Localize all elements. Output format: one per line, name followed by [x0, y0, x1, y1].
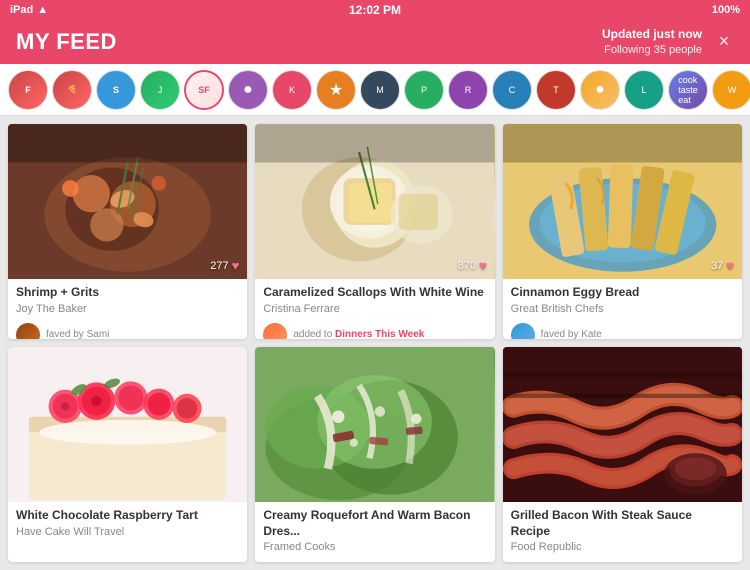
avatar-item[interactable]: K	[272, 70, 312, 110]
food-footer-3: faved by Kate	[503, 319, 742, 339]
heart-icon-3: ♥	[726, 258, 734, 273]
food-author-1: Joy The Baker	[16, 303, 239, 315]
food-author-4: Have Cake Will Travel	[16, 526, 239, 538]
update-subtitle: Following 35 people	[602, 43, 702, 57]
food-card-3[interactable]: 37 ♥ Cinnamon Eggy Bread Great British C…	[503, 124, 742, 339]
fav-text-3: faved by Kate	[541, 329, 602, 339]
fav-link-2[interactable]: Dinners This Week	[335, 329, 424, 339]
avatar-item[interactable]: 🍕	[52, 70, 92, 110]
food-title-6: Grilled Bacon With Steak Sauce Recipe	[511, 508, 734, 539]
battery-status: 100%	[712, 4, 740, 16]
food-card-6[interactable]: Grilled Bacon With Steak Sauce Recipe Fo…	[503, 347, 742, 562]
footer-left-2: added to Dinners This Week	[263, 323, 424, 339]
food-author-2: Cristina Ferrare	[263, 303, 486, 315]
food-title-1: Shrimp + Grits	[16, 285, 239, 301]
avatar-item[interactable]: J	[140, 70, 180, 110]
food-card-1[interactable]: 277 ♥ Shrimp + Grits Joy The Baker faved…	[8, 124, 247, 339]
page-title: MY FEED	[16, 29, 117, 55]
fav-text-2: added to Dinners This Week	[293, 329, 424, 339]
food-info-1: Shrimp + Grits Joy The Baker	[8, 279, 247, 319]
wifi-icon: ▲	[37, 4, 48, 16]
food-card-2[interactable]: 870 ♥ Caramelized Scallops With White Wi…	[255, 124, 494, 339]
food-card-4[interactable]: White Chocolate Raspberry Tart Have Cake…	[8, 347, 247, 562]
update-title: Updated just now	[602, 27, 702, 43]
avatar-item[interactable]: P	[404, 70, 444, 110]
food-footer-1: faved by Sami	[8, 319, 247, 339]
food-grid: 277 ♥ Shrimp + Grits Joy The Baker faved…	[0, 116, 750, 570]
avatar-item[interactable]: cooktasteeat	[668, 70, 708, 110]
avatar-item[interactable]: T	[536, 70, 576, 110]
update-info: Updated just now Following 35 people	[602, 27, 702, 57]
fav-avatar-1	[16, 323, 40, 339]
food-author-6: Food Republic	[511, 541, 734, 553]
fav-text-1: faved by Sami	[46, 329, 109, 339]
avatar-item[interactable]: C	[492, 70, 532, 110]
food-info-4: White Chocolate Raspberry Tart Have Cake…	[8, 502, 247, 542]
like-count-3: 37 ♥	[711, 258, 734, 273]
avatar-item[interactable]: ★	[316, 70, 356, 110]
header-right: Updated just now Following 35 people ×	[602, 27, 734, 57]
avatar-item[interactable]: ●	[228, 70, 268, 110]
food-author-3: Great British Chefs	[511, 303, 734, 315]
status-time: 12:02 PM	[349, 3, 401, 17]
avatar-item[interactable]: L	[624, 70, 664, 110]
heart-icon-1: ♥	[232, 258, 240, 273]
avatar-strip: F 🍕 S J SF ● K ★ M P R C T ● L cooktaste…	[0, 64, 750, 116]
food-title-5: Creamy Roquefort And Warm Bacon Dres...	[263, 508, 486, 539]
close-button[interactable]: ×	[714, 32, 734, 52]
food-title-3: Cinnamon Eggy Bread	[511, 285, 734, 301]
avatar-item[interactable]: F	[8, 70, 48, 110]
food-title-4: White Chocolate Raspberry Tart	[16, 508, 239, 524]
avatar-item[interactable]: ●	[580, 70, 620, 110]
footer-left-3: faved by Kate	[511, 323, 602, 339]
avatar-item[interactable]: S	[96, 70, 136, 110]
like-count-1: 277 ♥	[210, 258, 239, 273]
food-image-3: 37 ♥	[503, 124, 742, 279]
food-image-1: 277 ♥	[8, 124, 247, 279]
heart-icon-2: ♥	[479, 258, 487, 273]
food-author-5: Framed Cooks	[263, 541, 486, 553]
ipad-label: iPad	[10, 4, 33, 16]
food-title-2: Caramelized Scallops With White Wine	[263, 285, 486, 301]
fav-avatar-2	[263, 323, 287, 339]
avatar-item[interactable]: R	[448, 70, 488, 110]
food-image-6	[503, 347, 742, 502]
food-info-3: Cinnamon Eggy Bread Great British Chefs	[503, 279, 742, 319]
food-info-5: Creamy Roquefort And Warm Bacon Dres... …	[255, 502, 494, 557]
food-image-2: 870 ♥	[255, 124, 494, 279]
food-info-6: Grilled Bacon With Steak Sauce Recipe Fo…	[503, 502, 742, 557]
like-count-2: 870 ♥	[458, 258, 487, 273]
status-bar: iPad ▲ 12:02 PM 100%	[0, 0, 750, 20]
food-image-5	[255, 347, 494, 502]
fav-avatar-3	[511, 323, 535, 339]
avatar-item[interactable]: W	[712, 70, 750, 110]
food-footer-2: added to Dinners This Week	[255, 319, 494, 339]
avatar-item[interactable]: M	[360, 70, 400, 110]
food-image-4	[8, 347, 247, 502]
status-left: iPad ▲	[10, 4, 48, 16]
food-card-5[interactable]: Creamy Roquefort And Warm Bacon Dres... …	[255, 347, 494, 562]
food-info-2: Caramelized Scallops With White Wine Cri…	[255, 279, 494, 319]
app-header: MY FEED Updated just now Following 35 pe…	[0, 20, 750, 64]
avatar-item[interactable]: SF	[184, 70, 224, 110]
footer-left-1: faved by Sami	[16, 323, 109, 339]
